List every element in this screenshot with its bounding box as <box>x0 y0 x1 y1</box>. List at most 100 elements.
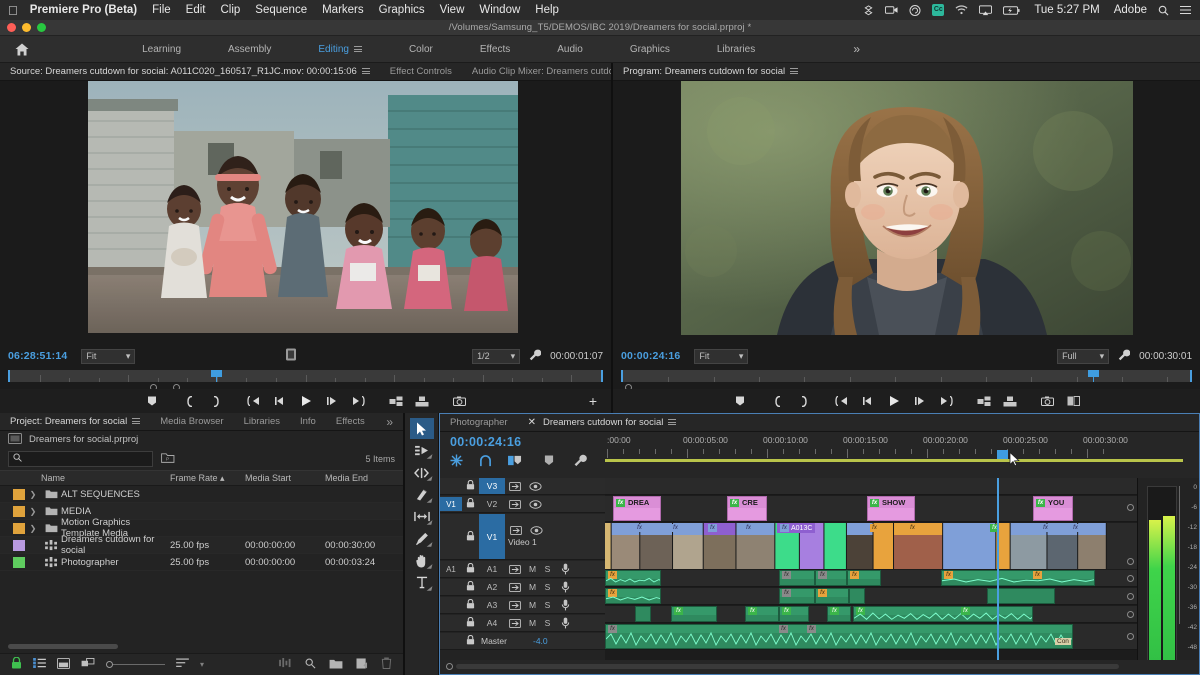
home-icon[interactable] <box>0 43 44 56</box>
add-marker-button[interactable] <box>727 390 753 412</box>
mute-track-button[interactable]: M <box>525 582 540 592</box>
solo-track-button[interactable]: S <box>540 618 555 628</box>
go-to-out-button[interactable] <box>933 390 959 412</box>
go-to-in-button[interactable] <box>829 390 855 412</box>
tab-audio-clip-mixer[interactable]: Audio Clip Mixer: Dreamers cutdown for s… <box>462 63 611 81</box>
menu-file[interactable]: File <box>152 4 171 16</box>
track-visibility-eye-icon[interactable] <box>526 526 546 535</box>
list-item[interactable]: ❯ ALT SEQUENCES <box>0 486 403 503</box>
track-lane-a2[interactable]: fx fx fx <box>605 588 1137 605</box>
menu-edit[interactable]: Edit <box>186 4 206 16</box>
step-back-button[interactable] <box>855 390 881 412</box>
microphone-icon[interactable] <box>555 617 575 629</box>
mark-in-button[interactable] <box>765 390 791 412</box>
audio-clip[interactable]: fx <box>605 588 661 604</box>
track-name-a3[interactable]: A3 <box>479 597 505 613</box>
creative-cloud-icon[interactable] <box>909 5 921 16</box>
program-playhead[interactable] <box>1088 370 1099 382</box>
tab-project[interactable]: Project: Dreamers for social <box>0 413 150 431</box>
program-settings-wrench-icon[interactable] <box>1118 349 1130 364</box>
menu-view[interactable]: View <box>440 4 465 16</box>
list-item[interactable]: Photographer 25.00 fps 00:00:00:00 00:00… <box>0 554 403 571</box>
tab-editing-menu-icon[interactable] <box>354 45 362 54</box>
audio-clip[interactable]: fx <box>779 570 815 586</box>
track-lane-a4[interactable]: fx fx fx Con <box>605 624 1137 650</box>
track-lane-a3[interactable]: fx fx fx fx fx fx <box>605 606 1137 623</box>
solo-track-button[interactable]: S <box>540 600 555 610</box>
track-lane-v2[interactable]: fx DREA fx CRE fx SHOW <box>605 496 1137 522</box>
tab-learning[interactable]: Learning <box>142 44 181 55</box>
tab-editing[interactable]: Editing <box>318 44 362 55</box>
list-item[interactable]: Dreamers cutdown for social 25.00 fps 00… <box>0 537 403 554</box>
source-video-area[interactable] <box>0 81 611 345</box>
delete-icon[interactable] <box>381 657 392 672</box>
sync-lock-icon[interactable] <box>505 500 525 509</box>
microphone-icon[interactable] <box>555 563 575 575</box>
screen-record-icon[interactable] <box>885 5 898 15</box>
master-level-value[interactable]: -4.0 <box>533 636 548 646</box>
source-resolution-select[interactable]: 1/2 ▾ <box>472 349 520 364</box>
airplay-icon[interactable] <box>979 5 992 16</box>
lock-icon[interactable] <box>11 657 22 672</box>
column-header-media-start[interactable]: Media Start <box>245 473 325 483</box>
timeline-scroll-thumb[interactable] <box>456 664 1119 669</box>
audio-clip[interactable]: fx <box>815 588 849 604</box>
markers-icon[interactable] <box>508 454 522 470</box>
zoom-slider[interactable] <box>106 661 165 668</box>
column-header-media-end[interactable]: Media End <box>325 473 403 483</box>
disclosure-triangle-icon[interactable]: ❯ <box>25 507 41 516</box>
program-playhead-timecode[interactable]: 00:00:24:16 <box>621 350 680 362</box>
go-to-out-button[interactable] <box>345 390 371 412</box>
lock-icon[interactable] <box>462 480 479 492</box>
search-input-wrapper[interactable] <box>8 451 153 467</box>
lock-icon[interactable] <box>462 599 479 611</box>
source-scrubber[interactable] <box>0 367 611 389</box>
timeline-clips-area[interactable]: fx DREA fx CRE fx SHOW <box>605 478 1137 660</box>
track-visibility-eye-icon[interactable] <box>525 500 545 509</box>
v1-source-target[interactable]: V1 <box>440 497 462 511</box>
go-to-in-button[interactable] <box>241 390 267 412</box>
source-playhead-timecode[interactable]: 06:28:51:14 <box>8 350 67 362</box>
microphone-icon[interactable] <box>555 599 575 611</box>
sync-lock-icon[interactable] <box>505 583 525 592</box>
settings-wrench-icon[interactable] <box>574 454 587 470</box>
tab-info[interactable]: Info <box>290 413 326 431</box>
a1-source-target[interactable]: A1 <box>440 562 462 576</box>
source-playhead[interactable] <box>211 370 222 382</box>
search-icon[interactable] <box>1158 5 1169 16</box>
track-name-v3[interactable]: V3 <box>479 478 505 494</box>
step-forward-button[interactable] <box>907 390 933 412</box>
tab-effects-panel[interactable]: Effects <box>326 413 375 431</box>
mute-track-button[interactable]: M <box>525 564 540 574</box>
control-center-icon[interactable] <box>1180 5 1192 15</box>
menu-markers[interactable]: Markers <box>322 4 364 16</box>
add-marker-button[interactable] <box>139 390 165 412</box>
solo-track-button[interactable]: S <box>540 582 555 592</box>
track-name-a4[interactable]: A4 <box>479 615 505 631</box>
lock-icon[interactable] <box>462 581 479 593</box>
program-zoom-level-select[interactable]: Fit ▾ <box>694 349 748 364</box>
disclosure-triangle-icon[interactable]: ❯ <box>25 524 41 533</box>
mute-track-button[interactable]: M <box>525 600 540 610</box>
title-clip[interactable]: fx YOU <box>1033 496 1073 521</box>
menu-help[interactable]: Help <box>535 4 559 16</box>
step-back-button[interactable] <box>267 390 293 412</box>
a4-track-handle[interactable] <box>1127 633 1134 640</box>
title-clip[interactable]: fx CRE <box>727 496 767 521</box>
audio-clip[interactable] <box>635 606 651 622</box>
audio-clip[interactable]: fx <box>847 570 881 586</box>
tab-photographer-sequence[interactable]: Photographer <box>440 414 518 432</box>
track-name-v1[interactable]: V1 <box>479 514 505 559</box>
slip-tool[interactable]: ◢ <box>410 506 434 527</box>
razor-tool[interactable]: ◢ <box>410 484 434 505</box>
column-header-frame-rate[interactable]: Frame Rate ▴ <box>170 473 245 484</box>
close-icon[interactable]: ✕ <box>528 417 536 428</box>
track-lane-v3[interactable] <box>605 478 1137 495</box>
lock-icon[interactable] <box>462 563 479 575</box>
audio-clip[interactable] <box>849 588 865 604</box>
lock-icon[interactable] <box>462 617 479 629</box>
a2-source-target[interactable] <box>440 580 462 594</box>
find-icon[interactable] <box>305 658 316 672</box>
sync-lock-icon[interactable] <box>505 601 525 610</box>
sort-icon[interactable] <box>176 658 189 671</box>
